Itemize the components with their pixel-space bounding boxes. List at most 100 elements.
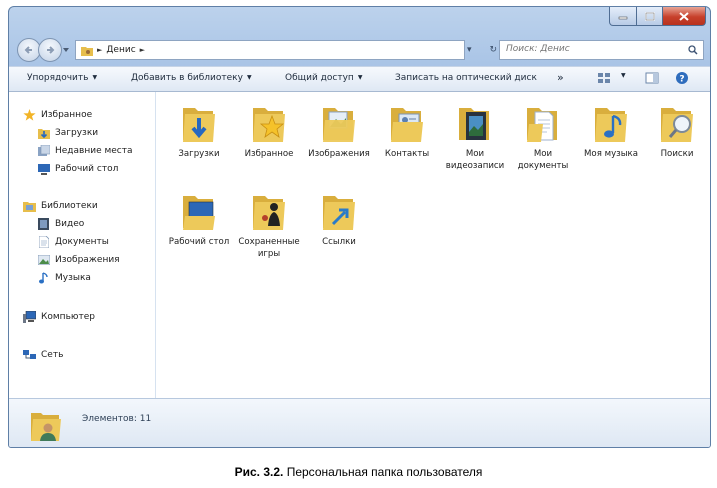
documents-folder-icon bbox=[527, 108, 557, 142]
search-input[interactable] bbox=[506, 44, 676, 54]
favorites-folder-icon bbox=[253, 108, 285, 142]
change-view-button[interactable] bbox=[597, 72, 611, 87]
folder-item-label: Загрузки bbox=[178, 149, 220, 159]
sidebar-item-recent-places[interactable]: Недавние места bbox=[37, 145, 133, 157]
chevron-down-icon: ▼ bbox=[357, 74, 363, 81]
back-arrow-icon bbox=[24, 46, 32, 54]
close-button[interactable] bbox=[663, 7, 706, 26]
chevron-down-icon: ▼ bbox=[92, 74, 98, 81]
forward-button[interactable] bbox=[38, 38, 62, 62]
sidebar-item-desktop[interactable]: Рабочий стол bbox=[37, 163, 118, 175]
sidebar-item-label: Загрузки bbox=[55, 128, 99, 138]
search-icon[interactable] bbox=[688, 45, 698, 55]
more-commands-label: » bbox=[557, 71, 564, 84]
sidebar-item-label: Сеть bbox=[41, 350, 64, 360]
navigation-pane: Избранное Загрузки Недавние места Рабочи… bbox=[9, 92, 156, 398]
more-commands-button[interactable]: » bbox=[557, 71, 564, 84]
folder-item-desktop[interactable]: Рабочий стол bbox=[168, 192, 230, 248]
burn-button[interactable]: Записать на оптический диск bbox=[395, 73, 537, 83]
folder-item-downloads[interactable]: Загрузки bbox=[168, 104, 230, 160]
folder-item-videos[interactable]: Мои видеозаписи bbox=[444, 104, 506, 172]
downloads-icon bbox=[37, 129, 50, 139]
folder-item-links[interactable]: Ссылки bbox=[308, 192, 370, 248]
help-icon: ? bbox=[676, 72, 688, 85]
pictures-folder-icon bbox=[323, 108, 355, 142]
saved-games-folder-icon bbox=[253, 196, 285, 230]
folder-item-label: Ссылки bbox=[322, 237, 356, 247]
sidebar-item-computer[interactable]: Компьютер bbox=[23, 311, 95, 323]
documents-icon bbox=[38, 236, 49, 248]
sidebar-item-label: Библиотеки bbox=[41, 201, 98, 211]
navigation-bar: ► Денис ► ▾ ↻ bbox=[9, 34, 710, 66]
sidebar-item-favorites[interactable]: Избранное bbox=[23, 109, 92, 121]
sidebar-item-network[interactable]: Сеть bbox=[23, 349, 63, 361]
folder-item-contacts[interactable]: Контакты bbox=[376, 104, 438, 160]
address-tools: ▾ ↻ bbox=[467, 40, 497, 60]
address-bar[interactable]: ► Денис ► bbox=[75, 40, 465, 60]
refresh-icon[interactable]: ↻ bbox=[489, 45, 497, 55]
folder-item-label: Моя музыка bbox=[584, 149, 638, 159]
user-folder-icon bbox=[81, 46, 93, 56]
folder-item-label: Мои документы bbox=[517, 149, 569, 171]
breadcrumb-user-folder[interactable]: Денис bbox=[106, 45, 135, 55]
recent-pages-dropdown[interactable] bbox=[62, 46, 70, 54]
preview-pane-icon bbox=[645, 72, 659, 84]
add-to-library-button[interactable]: Добавить в библиотеку ▼ bbox=[131, 73, 252, 83]
maximize-icon bbox=[644, 11, 655, 21]
add-to-library-label: Добавить в библиотеку bbox=[131, 73, 243, 83]
window-controls bbox=[609, 7, 706, 26]
searches-folder-icon bbox=[661, 108, 693, 142]
close-icon bbox=[679, 11, 689, 21]
forward-arrow-icon bbox=[47, 46, 55, 54]
maximize-button[interactable] bbox=[637, 7, 663, 26]
sidebar-item-pictures[interactable]: Изображения bbox=[37, 254, 120, 266]
minimize-icon bbox=[618, 16, 628, 20]
search-box[interactable] bbox=[499, 40, 704, 60]
folder-item-searches[interactable]: Поиски bbox=[646, 104, 708, 160]
figure-caption: Рис. 3.2. Персональная папка пользовател… bbox=[0, 465, 717, 479]
minimize-button[interactable] bbox=[609, 7, 637, 26]
share-button[interactable]: Общий доступ ▼ bbox=[285, 73, 362, 83]
sidebar-item-documents[interactable]: Документы bbox=[37, 236, 109, 248]
user-folder-icon bbox=[31, 413, 61, 441]
folder-item-saved-games[interactable]: Сохраненные игры bbox=[238, 192, 300, 260]
figure-number: Рис. 3.2. bbox=[234, 465, 284, 479]
view-dropdown[interactable]: ▼ bbox=[617, 71, 626, 81]
desktop-icon bbox=[37, 163, 50, 175]
folder-item-label: Сохраненные игры bbox=[238, 237, 300, 259]
help-button[interactable]: ? bbox=[675, 71, 689, 88]
folder-item-pictures[interactable]: Изображения bbox=[308, 104, 370, 160]
explorer-window: ► Денис ► ▾ ↻ Упорядочить▼ Добавить в би… bbox=[8, 6, 711, 448]
share-label: Общий доступ bbox=[285, 73, 354, 83]
burn-label: Записать на оптический диск bbox=[395, 73, 537, 83]
folder-item-music[interactable]: Моя музыка bbox=[580, 104, 642, 160]
recent-places-icon bbox=[37, 145, 50, 156]
folder-item-label: Мои видеозаписи bbox=[445, 149, 505, 171]
sidebar-item-label: Музыка bbox=[55, 273, 91, 283]
address-dropdown-icon[interactable]: ▾ bbox=[467, 45, 472, 55]
pictures-icon bbox=[37, 255, 50, 265]
folder-item-label: Поиски bbox=[660, 149, 694, 159]
chevron-down-icon: ▼ bbox=[621, 72, 626, 79]
chevron-down-icon: ▼ bbox=[246, 74, 252, 81]
folder-item-documents[interactable]: Мои документы bbox=[512, 104, 574, 172]
contacts-folder-icon bbox=[391, 108, 423, 142]
breadcrumb-separator-icon: ► bbox=[139, 46, 146, 54]
videos-folder-icon bbox=[459, 108, 489, 140]
folder-item-label: Избранное bbox=[244, 149, 294, 159]
downloads-folder-icon bbox=[183, 108, 215, 142]
sidebar-item-libraries[interactable]: Библиотеки bbox=[23, 200, 98, 212]
details-pane: Элементов: 11 bbox=[9, 398, 710, 447]
sidebar-item-music[interactable]: Музыка bbox=[37, 272, 91, 284]
sidebar-item-label: Изображения bbox=[55, 255, 120, 265]
chevron-down-icon bbox=[63, 48, 69, 52]
folder-item-favorites[interactable]: Избранное bbox=[238, 104, 300, 160]
preview-pane-button[interactable] bbox=[645, 72, 659, 87]
folder-item-label: Рабочий стол bbox=[168, 237, 230, 247]
desktop-folder-icon bbox=[183, 196, 215, 230]
sidebar-item-downloads[interactable]: Загрузки bbox=[37, 127, 98, 139]
command-bar: Упорядочить ▼ Добавить в библиотеку ▼ Общи… bbox=[9, 66, 710, 92]
music-folder-icon bbox=[595, 108, 627, 142]
sidebar-item-videos[interactable]: Видео bbox=[37, 218, 84, 230]
organize-button[interactable]: Упорядочить ▼ bbox=[27, 73, 97, 83]
